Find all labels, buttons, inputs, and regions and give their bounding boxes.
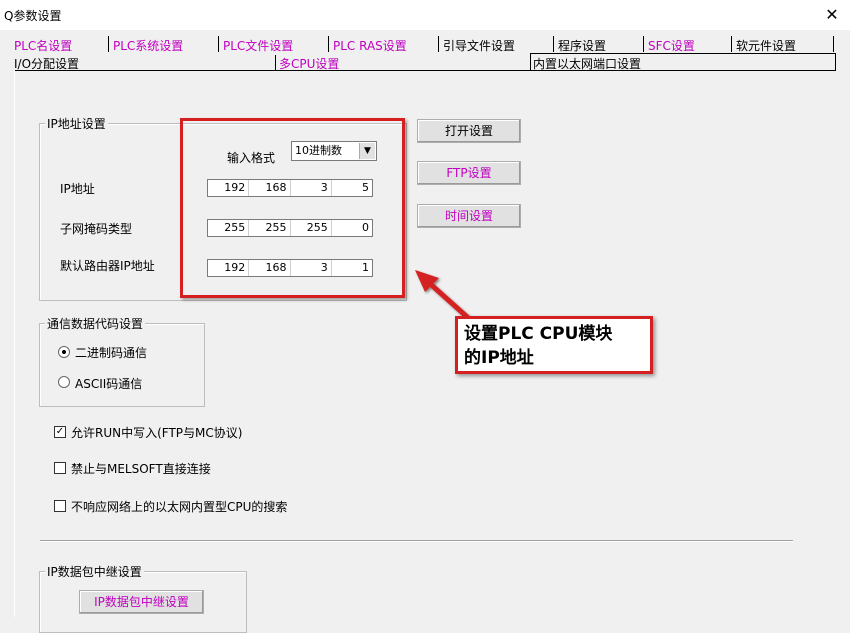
tab-multi-cpu[interactable]: 多CPU设置 [279, 55, 339, 71]
tab-divider [833, 36, 834, 52]
tab-plc-name[interactable]: PLC名设置 [14, 37, 72, 53]
ascii-radio-label: ASCII码通信 [75, 377, 143, 391]
gateway-label: 默认路由器IP地址 [60, 259, 155, 273]
tab-plc-file[interactable]: PLC文件设置 [223, 37, 293, 53]
tab-plc-ras[interactable]: PLC RAS设置 [333, 37, 407, 53]
no-search-response-checkbox[interactable] [54, 500, 66, 512]
time-settings-button[interactable]: 时间设置 [417, 204, 521, 228]
tab-device[interactable]: 软元件设置 [736, 37, 796, 53]
allow-run-write-label: 允许RUN中写入(FTP与MC协议) [71, 426, 243, 440]
binary-radio[interactable] [58, 346, 70, 358]
subnet-mask-label: 子网掩码类型 [60, 222, 133, 236]
annotation-callout: 设置PLC CPU模块 的IP地址 [455, 316, 653, 374]
window-title: Q参数设置 [4, 9, 62, 23]
tab-divider [328, 36, 329, 52]
forbid-melsoft-checkbox[interactable] [54, 462, 66, 474]
divider [40, 540, 793, 542]
ip-relay-legend: IP数据包中继设置 [45, 563, 144, 580]
binary-radio-label: 二进制码通信 [75, 346, 148, 360]
ascii-radio[interactable] [58, 376, 70, 388]
tab-divider [438, 36, 439, 52]
tab-divider [553, 36, 554, 52]
tab-divider [218, 36, 219, 52]
tab-divider [643, 36, 644, 52]
tab-divider [731, 36, 732, 52]
annotation-line-2: 的IP地址 [464, 348, 534, 368]
annotation-line-1: 设置PLC CPU模块 [464, 324, 613, 344]
tab-divider [108, 36, 109, 52]
close-icon[interactable]: ✕ [820, 4, 844, 26]
tab-program[interactable]: 程序设置 [558, 37, 606, 53]
tab-sfc[interactable]: SFC设置 [648, 37, 695, 53]
allow-run-write-checkbox[interactable]: ✓ [54, 426, 66, 438]
tab-builtin-ethernet[interactable]: 内置以太网端口设置 [533, 55, 641, 71]
ip-settings-legend: IP地址设置 [45, 115, 108, 132]
comm-code-group [39, 323, 205, 407]
ip-address-label: IP地址 [60, 182, 95, 196]
ip-relay-settings-button[interactable]: IP数据包中继设置 [79, 590, 204, 614]
tab-boot-file[interactable]: 引导文件设置 [443, 37, 515, 53]
tab-divider [275, 55, 276, 71]
forbid-melsoft-label: 禁止与MELSOFT直接连接 [71, 462, 211, 476]
tab-plc-system[interactable]: PLC系统设置 [113, 37, 183, 53]
no-search-response-label: 不响应网络上的以太网内置型CPU的搜索 [71, 500, 288, 514]
open-settings-button[interactable]: 打开设置 [417, 119, 521, 143]
ftp-settings-button[interactable]: FTP设置 [417, 161, 521, 185]
comm-code-legend: 通信数据代码设置 [45, 315, 146, 332]
highlight-box [180, 118, 405, 298]
title-bar: Q参数设置 ✕ [0, 0, 850, 30]
tab-io-assignment[interactable]: I/O分配设置 [14, 55, 79, 71]
